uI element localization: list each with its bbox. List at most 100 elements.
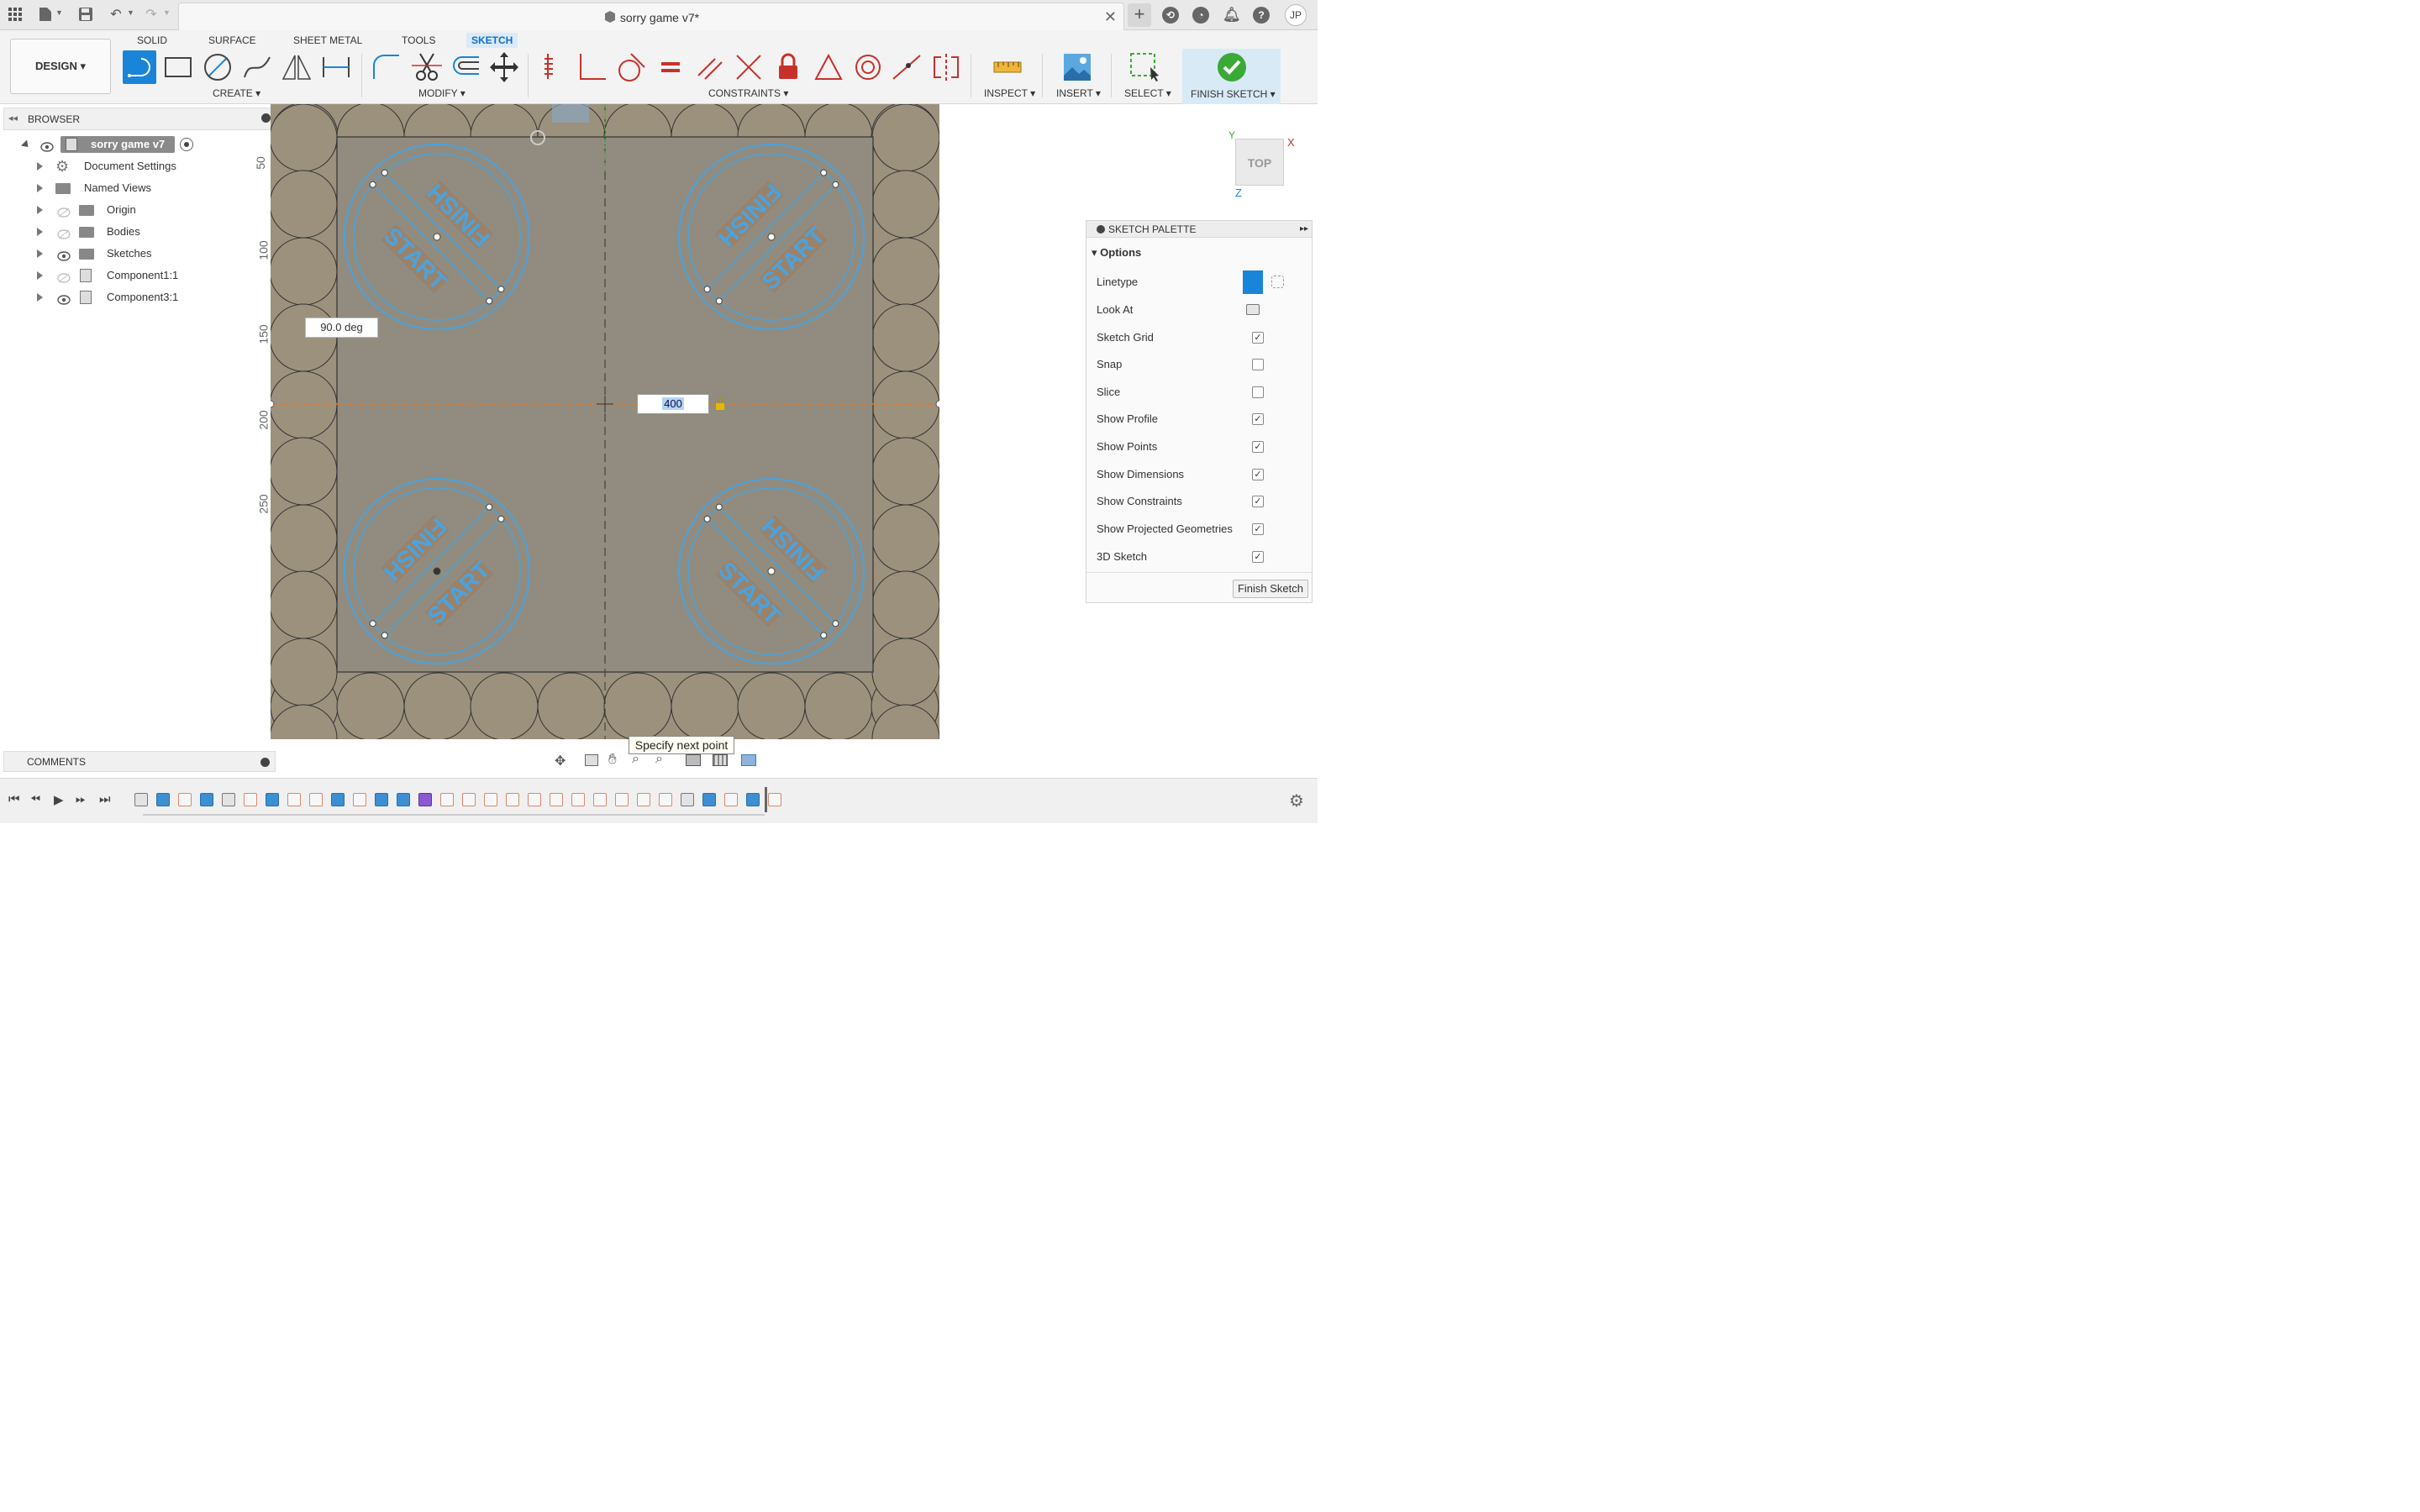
look-at-icon[interactable] — [585, 754, 598, 766]
timeline-feature[interactable] — [702, 793, 716, 806]
collinear-constraint-button[interactable] — [890, 50, 923, 84]
file-icon[interactable] — [37, 7, 54, 24]
new-tab-button[interactable]: + — [1128, 3, 1151, 27]
show-profile-checkbox[interactable]: ✓ — [1252, 413, 1264, 425]
viewcube[interactable]: TOP — [1235, 139, 1284, 186]
eye-hidden-icon[interactable] — [57, 205, 71, 218]
trim-tool-button[interactable] — [410, 50, 444, 84]
sketch-grid-checkbox[interactable]: ✓ — [1252, 332, 1264, 344]
perpendicular-constraint-button[interactable] — [576, 50, 609, 84]
expand-arrow-icon[interactable] — [37, 162, 43, 171]
save-icon[interactable] — [77, 7, 94, 24]
document-tab[interactable]: sorry game v7* ✕ — [178, 3, 1124, 30]
collapse-browser-icon[interactable]: ◂◂ — [8, 113, 18, 123]
timeline-feature[interactable] — [156, 793, 170, 806]
linetype-normal-button[interactable] — [1243, 270, 1263, 294]
mirror-tool-button[interactable] — [280, 50, 313, 84]
fillet-tool-button[interactable] — [370, 50, 403, 84]
timeline-feature[interactable] — [440, 793, 454, 806]
timeline-feature[interactable] — [309, 793, 323, 806]
timeline-forward-icon[interactable]: ⏩︎ — [76, 792, 86, 806]
timeline-feature[interactable] — [353, 793, 366, 806]
dimension-input[interactable]: 400 — [637, 394, 709, 414]
activate-radio-icon[interactable] — [180, 138, 193, 151]
measure-tool-button[interactable] — [991, 50, 1024, 84]
timeline-feature[interactable] — [637, 793, 650, 806]
eye-hidden-icon[interactable] — [57, 270, 71, 283]
horizontal-vertical-constraint-button[interactable] — [732, 50, 765, 84]
browser-options-icon[interactable] — [261, 113, 271, 123]
viewports-icon[interactable] — [741, 754, 756, 766]
timeline-feature[interactable] — [615, 793, 629, 806]
spline-tool-button[interactable] — [240, 50, 274, 84]
equal-constraint-button[interactable] — [654, 50, 687, 84]
avatar[interactable]: JP — [1285, 4, 1307, 26]
eye-icon[interactable] — [40, 139, 54, 152]
timeline-feature[interactable] — [200, 793, 213, 806]
app-grid-icon[interactable] — [7, 7, 24, 24]
timeline-feature[interactable] — [528, 793, 541, 806]
select-tool-button[interactable] — [1128, 50, 1161, 84]
show-dimensions-checkbox[interactable]: ✓ — [1252, 469, 1264, 480]
sketch-drawing[interactable]: FINISHSTARTFINISHSTARTFINISHSTARTFINISHS… — [271, 104, 939, 739]
tab-sheet-metal[interactable]: SHEET METAL — [288, 33, 367, 48]
extensions-icon[interactable]: ⟲ — [1162, 7, 1179, 24]
undo-icon[interactable]: ↶ — [108, 7, 124, 24]
line-tool-button[interactable] — [123, 50, 156, 84]
file-menu-caret-icon[interactable]: ▼ — [55, 8, 63, 17]
3d-sketch-checkbox[interactable]: ✓ — [1252, 551, 1264, 563]
browser-panel-header[interactable]: ◂◂ BROWSER — [3, 108, 276, 130]
notifications-icon[interactable]: 🔔︎ — [1223, 7, 1241, 24]
add-comment-icon[interactable] — [260, 758, 270, 767]
coincident-constraint-button[interactable] — [536, 50, 570, 84]
timeline-start-icon[interactable]: ⏮ — [8, 792, 20, 806]
timeline-feature[interactable] — [768, 793, 781, 806]
midpoint-constraint-button[interactable] — [812, 50, 845, 84]
constraints-group-label[interactable]: CONSTRAINTS ▾ — [708, 87, 788, 99]
timeline-feature[interactable] — [484, 793, 497, 806]
move-tool-button[interactable] — [487, 50, 521, 84]
display-settings-icon[interactable] — [686, 754, 701, 766]
options-section-header[interactable]: ▾ Options — [1092, 246, 1141, 260]
symmetry-constraint-button[interactable] — [929, 50, 963, 84]
expand-arrow-icon[interactable] — [37, 249, 43, 258]
insert-image-button[interactable] — [1060, 50, 1094, 84]
expand-arrow-icon[interactable] — [37, 228, 43, 236]
rectangle-tool-button[interactable] — [161, 50, 195, 84]
close-tab-icon[interactable]: ✕ — [1104, 8, 1117, 26]
timeline-feature[interactable] — [724, 793, 738, 806]
expand-arrow-icon[interactable] — [37, 271, 43, 280]
palette-options-icon[interactable] — [1097, 225, 1105, 234]
expand-arrow-icon[interactable] — [37, 184, 43, 192]
tab-sketch[interactable]: SKETCH — [466, 33, 518, 48]
expand-palette-icon[interactable]: ▸▸ — [1300, 221, 1308, 238]
concentric-constraint-button[interactable] — [851, 50, 885, 84]
tab-solid[interactable]: SOLID — [132, 33, 172, 48]
timeline-feature[interactable] — [375, 793, 388, 806]
timeline-feature[interactable] — [418, 793, 432, 806]
timeline-feature[interactable] — [287, 793, 301, 806]
timeline-feature[interactable] — [659, 793, 672, 806]
timeline-feature[interactable] — [681, 793, 694, 806]
show-points-checkbox[interactable]: ✓ — [1252, 441, 1264, 453]
timeline-play-icon[interactable]: ▶ — [54, 792, 64, 807]
finish-sketch-toolbar-button[interactable]: FINISH SKETCH ▾ — [1182, 49, 1281, 104]
timeline-feature[interactable] — [266, 793, 279, 806]
modify-group-label[interactable]: MODIFY ▾ — [418, 87, 466, 99]
timeline-feature[interactable] — [593, 793, 607, 806]
fix-constraint-button[interactable] — [771, 50, 805, 84]
timeline-feature[interactable] — [178, 793, 192, 806]
workspace-switcher-button[interactable]: DESIGN ▾ — [10, 39, 111, 94]
sketch-canvas[interactable]: FINISH START FINISH START FINISH START FINISH S… — [271, 104, 939, 739]
show-projected-geometries-checkbox[interactable]: ✓ — [1252, 523, 1264, 535]
zoom-icon[interactable]: ⌕ — [632, 752, 639, 767]
browser-root-row[interactable]: sorry game v7 — [20, 135, 197, 154]
slice-checkbox[interactable] — [1252, 386, 1264, 398]
sketch-palette-header[interactable]: SKETCH PALETTE ▸▸ — [1086, 221, 1312, 238]
circle-tool-button[interactable] — [201, 50, 234, 84]
timeline-feature[interactable] — [506, 793, 519, 806]
redo-icon[interactable]: ↷ — [143, 7, 160, 24]
dimension-tool-button[interactable] — [319, 50, 353, 84]
select-group-label[interactable]: SELECT ▾ — [1124, 87, 1171, 99]
tangent-constraint-button[interactable] — [614, 50, 648, 84]
